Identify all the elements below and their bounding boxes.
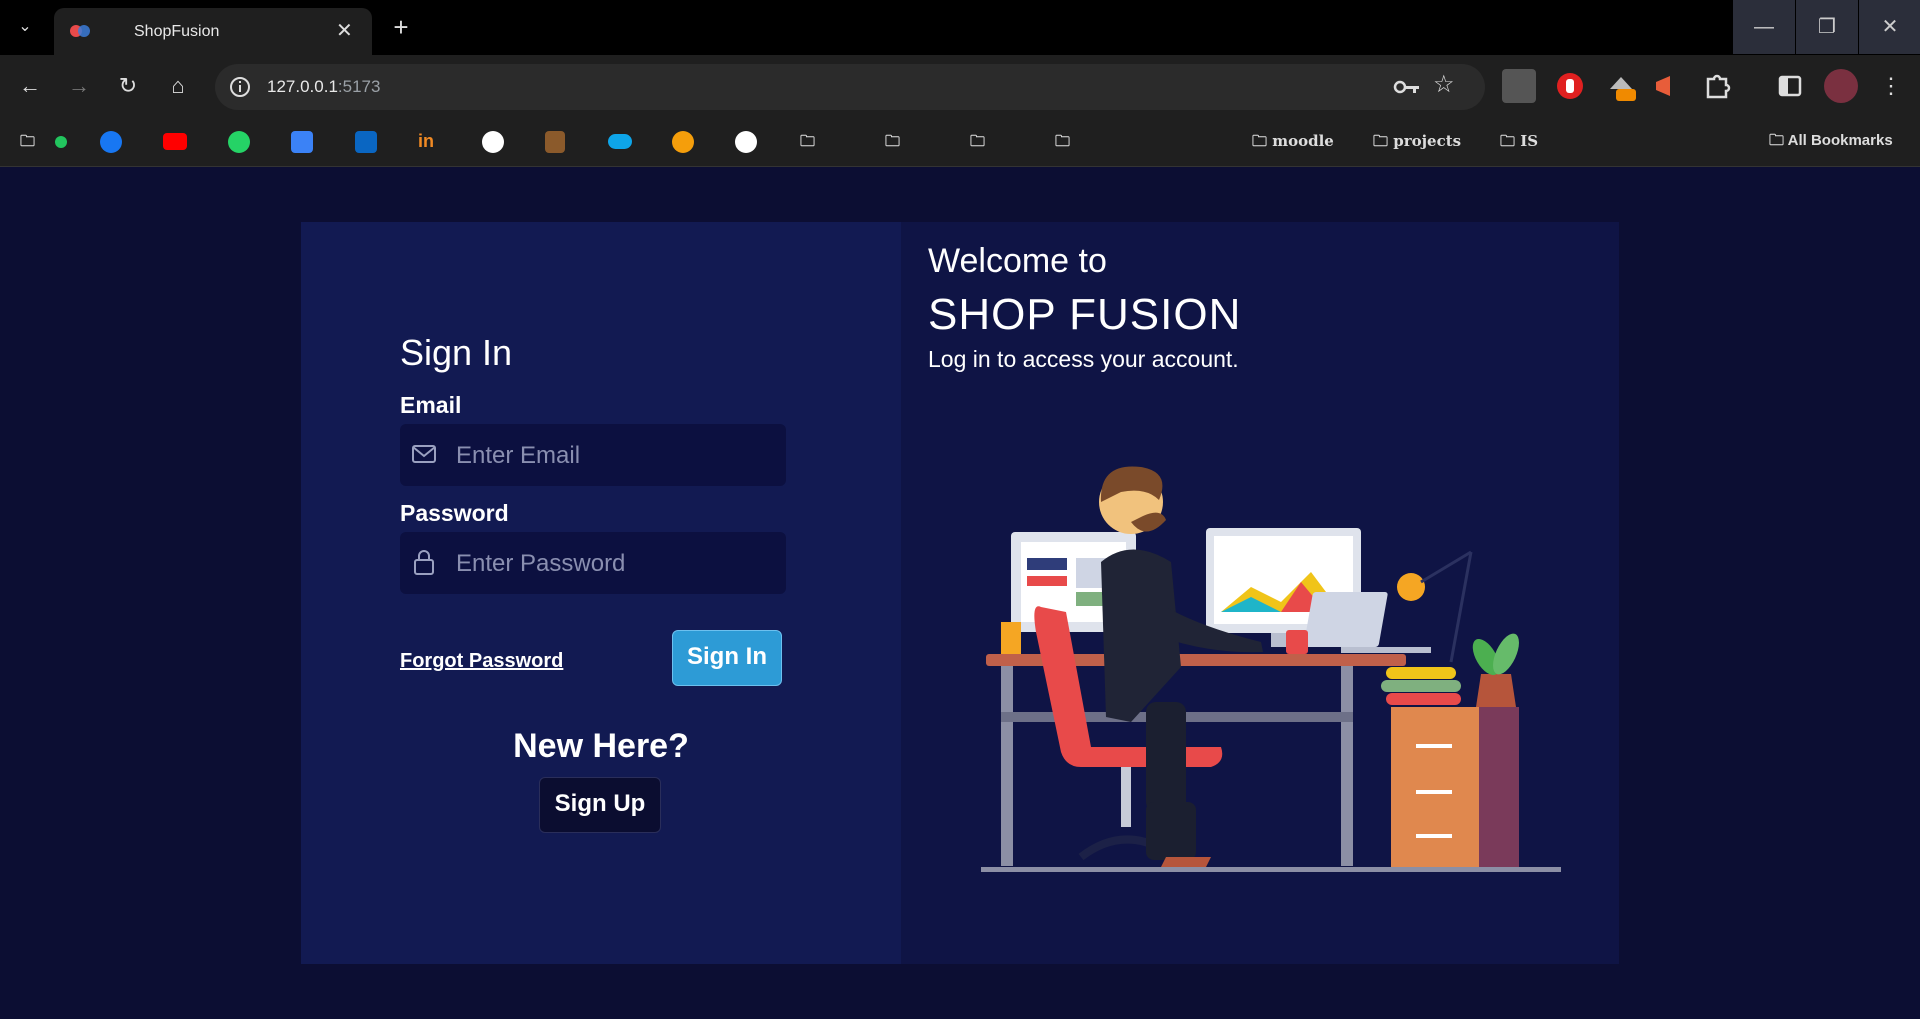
restore-button[interactable]: ❐ — [1796, 0, 1858, 54]
bookmark-folder-icon[interactable]: 🗀 — [1055, 128, 1070, 154]
tagline: Log in to access your account. — [928, 346, 1239, 372]
extensions-icon[interactable] — [1700, 69, 1734, 103]
signup-button[interactable]: Sign Up — [539, 777, 661, 833]
extension-puzzle-app-icon[interactable] — [1502, 69, 1536, 103]
url-host: 127.0.0.1 — [267, 77, 338, 96]
bookmark-star-icon[interactable]: ☆ — [1433, 70, 1455, 99]
bookmark-folder-icon[interactable]: 🗀 — [885, 128, 900, 154]
home-icon[interactable]: ⌂ — [163, 71, 193, 101]
forward-icon[interactable]: → — [64, 71, 94, 101]
bookmark-linkedin-icon[interactable] — [355, 131, 377, 153]
bookmark-folder-moodle[interactable]: 🗀 moodle — [1252, 128, 1334, 154]
favicon-icon — [70, 25, 90, 37]
bookmarks-bar: 🗀 in 🗀 🗀 🗀 🗀 🗀 moodle 🗀 projects 🗀 IS 🗀 … — [0, 118, 1920, 167]
close-window-button[interactable]: ✕ — [1859, 0, 1920, 54]
bookmark-whatsapp-icon[interactable] — [228, 131, 250, 153]
email-field-wrapper — [400, 424, 786, 488]
lock-icon — [414, 550, 434, 575]
active-tab[interactable]: ShopFusion ✕ — [54, 8, 372, 55]
signin-button[interactable]: Sign In — [672, 630, 782, 686]
password-label: Password — [400, 500, 509, 526]
forgot-password-link[interactable]: Forgot Password — [400, 650, 563, 673]
dark-mode-off-icon[interactable] — [1604, 69, 1638, 103]
bookmark-folder-is[interactable]: 🗀 IS — [1500, 128, 1538, 154]
password-input[interactable] — [454, 532, 778, 596]
email-label: Email — [400, 392, 462, 418]
all-bookmarks[interactable]: 🗀 All Bookmarks — [1769, 128, 1893, 154]
password-field-wrapper — [400, 532, 786, 596]
url-text: 127.0.0.1:5173 — [267, 64, 380, 110]
profile-avatar[interactable] — [1824, 69, 1858, 103]
password-key-icon[interactable] — [1393, 77, 1421, 97]
minimize-button[interactable]: — — [1733, 0, 1795, 54]
bookmark-folder-icon[interactable]: 🗀 — [970, 128, 985, 154]
welcome-text: Welcome to — [928, 242, 1107, 280]
mail-icon — [412, 445, 436, 463]
new-tab-button[interactable]: + — [385, 12, 417, 44]
url-port: :5173 — [337, 77, 381, 96]
tab-list-chevron-icon[interactable]: ⌄ — [10, 12, 40, 42]
login-card: Sign In Email Password Forgot Password S… — [301, 222, 1619, 964]
bookmark-label: moodle — [1272, 132, 1334, 150]
adblock-icon[interactable] — [1553, 69, 1587, 103]
signin-panel: Sign In Email Password Forgot Password S… — [301, 222, 901, 964]
site-info-icon[interactable] — [229, 76, 251, 98]
address-bar[interactable]: 127.0.0.1:5173 ☆ — [215, 64, 1485, 110]
bookmark-label: projects — [1393, 132, 1462, 150]
tab-close-icon[interactable]: ✕ — [336, 8, 353, 55]
bookmark-youtube-icon[interactable] — [163, 133, 187, 150]
megaphone-icon[interactable] — [1650, 69, 1684, 103]
bookmark-emblem-icon[interactable] — [545, 131, 565, 153]
bookmark-folder-icon[interactable]: 🗀 — [20, 128, 35, 154]
bookmark-google-icon[interactable] — [291, 131, 313, 153]
browser-toolbar: ← → ↻ ⌂ 127.0.0.1:5173 ☆ ⋮ — [0, 55, 1920, 118]
tab-title: ShopFusion — [134, 23, 220, 40]
brand-title: SHOP FUSION — [928, 290, 1242, 339]
signin-heading: Sign In — [400, 332, 513, 373]
all-bookmarks-label: All Bookmarks — [1787, 132, 1893, 149]
menu-kebab-icon[interactable]: ⋮ — [1876, 71, 1906, 101]
bookmark-folder-icon[interactable]: 🗀 — [800, 128, 815, 154]
bookmark-orange-icon[interactable] — [672, 131, 694, 153]
reload-icon[interactable]: ↻ — [113, 71, 143, 101]
bookmark-facebook-icon[interactable] — [100, 131, 122, 153]
bookmark-folder-projects[interactable]: 🗀 projects — [1373, 128, 1461, 154]
bookmark-onedrive-icon[interactable] — [608, 134, 632, 149]
person-working-at-desk-illustration — [981, 466, 1561, 872]
welcome-panel: Welcome to SHOP FUSION Log in to access … — [901, 222, 1619, 964]
back-icon[interactable]: ← — [15, 71, 45, 101]
bookmark-label: IS — [1520, 132, 1539, 150]
bookmark-green-dot-icon[interactable] — [55, 136, 67, 148]
browser-tab-bar: ⌄ ShopFusion ✕ + — ❐ ✕ — [0, 0, 1920, 55]
side-panel-icon[interactable] — [1773, 69, 1807, 103]
bookmark-globe-icon[interactable] — [482, 131, 504, 153]
email-input[interactable] — [454, 424, 778, 488]
bookmark-github-icon[interactable] — [735, 131, 757, 153]
bookmark-in-icon[interactable]: in — [418, 131, 442, 153]
new-here-heading: New Here? — [513, 727, 689, 765]
